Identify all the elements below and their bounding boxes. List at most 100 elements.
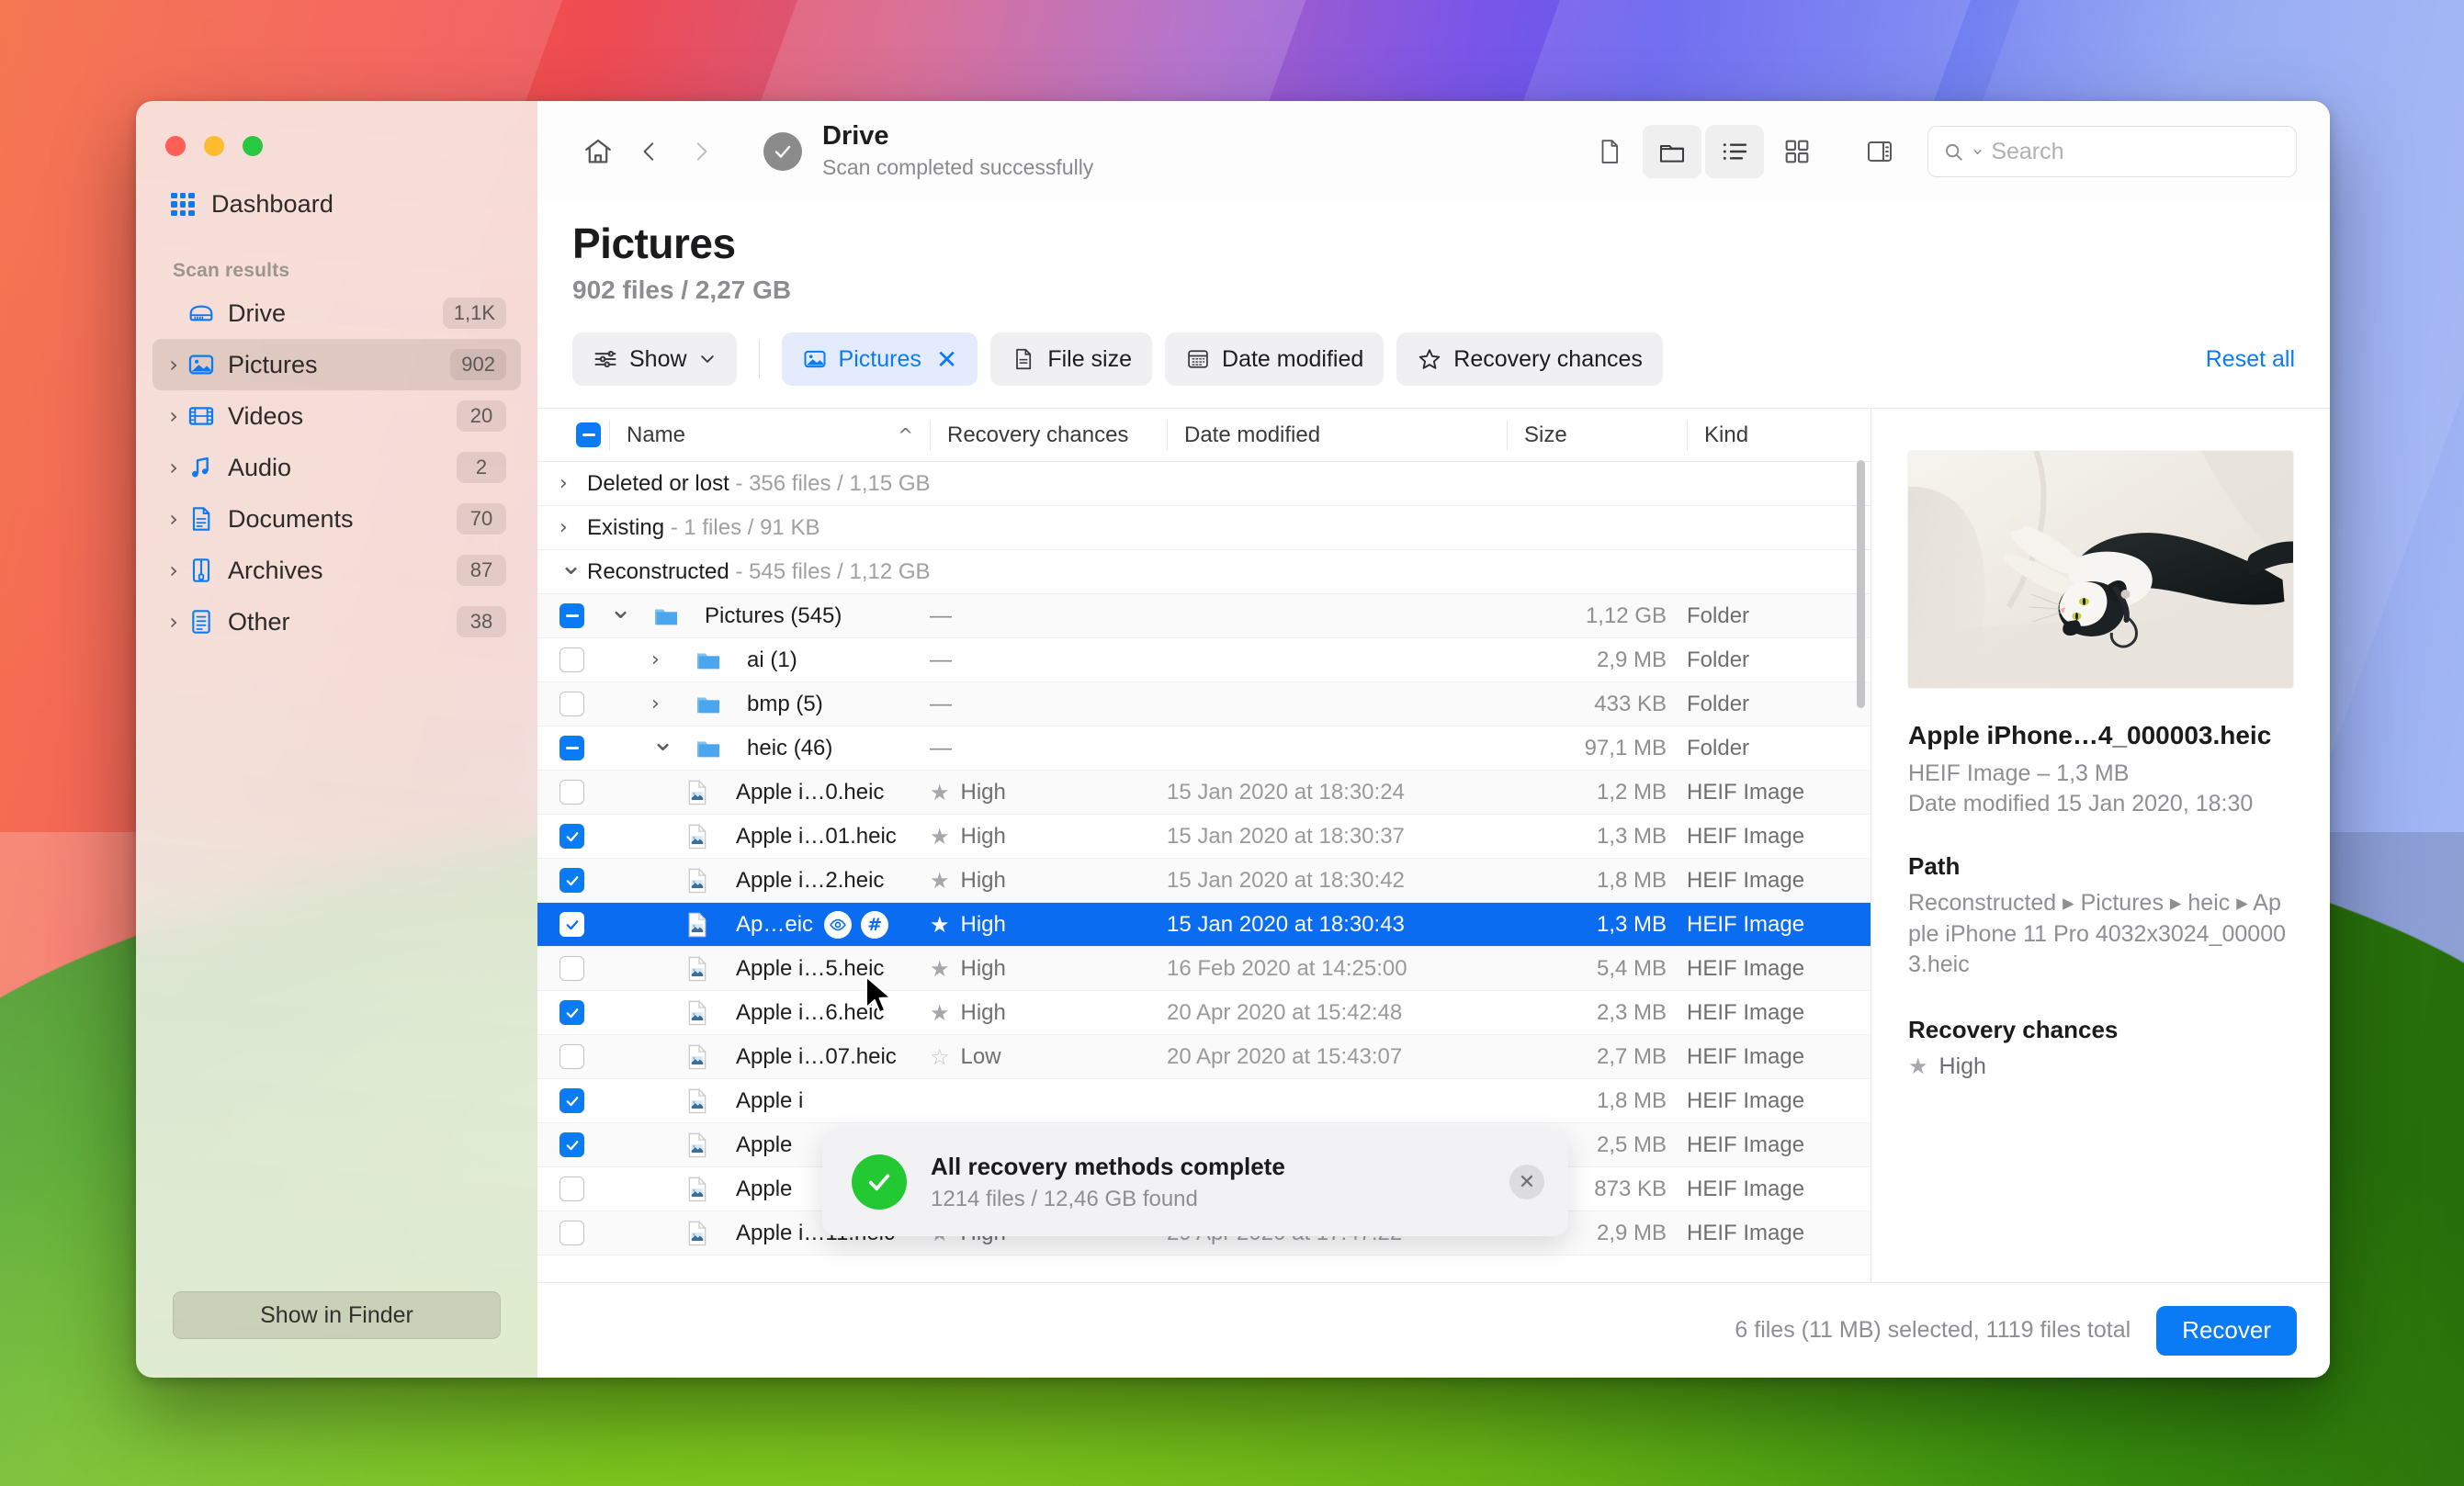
table-row[interactable]: Ap…eic # ★ High 15 Jan 2020 at 18:30:43 1,3 M… [537,903,1871,947]
table-row[interactable]: Apple i…2.heic ★ High 15 Jan 2020 at 18:30:… [537,859,1871,903]
chevron-right-icon[interactable]: › [162,559,186,581]
row-kind-cell: Folder [1687,691,1750,716]
row-checkbox[interactable] [559,647,584,672]
list-view-button[interactable] [1705,125,1764,178]
chevron-down-icon[interactable]: ⌄ [559,549,587,581]
recover-button[interactable]: Recover [2156,1305,2297,1356]
star-icon: ★ [930,823,950,850]
sidebar-toggle-button[interactable] [1850,125,1909,178]
row-date-cell: 20 Apr 2020 at 15:42:48 [1167,999,1403,1025]
table-row[interactable]: › ai (1) — 2,9 MB Folder [537,638,1871,682]
row-name-cell: Apple i…07.heic [609,1042,930,1072]
row-checkbox[interactable] [559,603,584,628]
row-checkbox[interactable] [559,1176,584,1201]
table-group-row[interactable]: ⌄ Reconstructed - 545 files / 1,12 GB [537,549,1871,594]
row-checkbox[interactable] [559,1221,584,1245]
column-header-name[interactable]: Name ^ [609,419,930,451]
filter-chip-date-modified[interactable]: Date modified [1165,332,1385,386]
table-group-row[interactable]: › Existing - 1 files / 91 KB [537,506,1871,550]
star-icon: ★ [930,955,950,982]
sidebar-item-dashboard[interactable]: Dashboard [156,180,517,229]
maximize-window-button[interactable] [243,136,263,156]
select-all-checkbox[interactable] [576,422,601,447]
sidebar-item-archives[interactable]: › Archives 87 [153,545,521,596]
row-checkbox[interactable] [559,1044,584,1069]
preview-eye-icon[interactable] [824,910,853,939]
row-checkbox[interactable] [559,736,584,760]
row-checkbox[interactable] [559,1000,584,1025]
row-size-cell: 5,4 MB [1596,955,1667,981]
show-filter-button[interactable]: Show [572,332,737,386]
other-icon [186,607,217,636]
chevron-right-icon[interactable]: › [162,508,186,530]
filter-chip-pictures[interactable]: Pictures ✕ [781,332,978,386]
home-button[interactable] [572,126,624,177]
column-header-size[interactable]: Size [1507,419,1687,451]
row-checkbox-cell [559,1000,609,1025]
sidebar-item-videos[interactable]: › Videos 20 [153,390,521,442]
hash-icon[interactable]: # [861,910,889,939]
file-view-icon [1601,140,1619,163]
table-row[interactable]: ⌄ Pictures (545) — 1,12 GB Folder [537,594,1871,638]
chevron-right-icon[interactable]: › [162,611,186,633]
row-checkbox[interactable] [559,868,584,893]
toast-subtitle: 1214 files / 12,46 GB found [931,1186,1198,1211]
row-checkbox[interactable] [559,1088,584,1113]
chevron-right-icon[interactable]: › [559,472,587,495]
chevron-right-icon[interactable]: › [162,405,186,427]
selection-status: 6 files (11 MB) selected, 1119 files tot… [1735,1317,2131,1343]
row-checkbox[interactable] [559,824,584,849]
minimize-window-button[interactable] [204,136,224,156]
filter-chip-file-size[interactable]: File size [990,332,1153,386]
row-checkbox[interactable] [559,912,584,937]
sidebar-item-other[interactable]: › Other 38 [153,596,521,647]
reset-all-button[interactable]: Reset all [2206,346,2295,373]
select-all-checkbox-cell [559,420,609,451]
sidebar-item-audio[interactable]: › Audio 2 [153,442,521,493]
table-row[interactable]: Apple i…0.heic ★ High 15 Jan 2020 at 18:30:… [537,771,1871,815]
sidebar-item-drive[interactable]: ›Drive1,1K [153,287,521,339]
chevron-down-icon[interactable]: ⌄ [651,732,683,758]
table-row[interactable]: Apple i 1,8 MB HEIF Image [537,1079,1871,1123]
filter-chip-recovery-chances[interactable]: Recovery chances [1396,332,1663,386]
row-checkbox[interactable] [559,780,584,805]
close-window-button[interactable] [165,136,186,156]
forward-button[interactable] [675,126,727,177]
table-row[interactable]: ⌄ heic (46) — 97,1 MB Folder [537,726,1871,771]
table-row[interactable]: › bmp (5) — 433 KB Folder [537,682,1871,726]
row-checkbox[interactable] [559,956,584,981]
table-row[interactable]: Apple i…5.heic ★ High 16 Feb 2020 at 14:25:… [537,947,1871,991]
chevron-right-icon[interactable]: › [651,692,683,715]
show-in-finder-button[interactable]: Show in Finder [173,1291,501,1339]
table-group-row[interactable]: › Deleted or lost - 356 files / 1,15 GB [537,462,1871,506]
row-checkbox[interactable] [559,1132,584,1157]
back-button[interactable] [624,126,675,177]
vertical-scrollbar[interactable] [1857,460,1865,708]
sidebar-item-documents[interactable]: › Documents 70 [153,493,521,545]
row-checkbox[interactable] [559,692,584,716]
grid-view-button[interactable] [1768,125,1826,178]
filter-chip-label: File size [1047,345,1133,372]
row-name-cell: ⌄ Pictures (545) [609,600,930,632]
folder-blue-icon [697,653,719,669]
chevron-down-icon[interactable]: ⌄ [609,600,640,625]
remove-filter-icon[interactable]: ✕ [936,344,957,375]
row-checkbox-cell [559,1132,609,1157]
chevron-right-icon[interactable]: › [559,516,587,539]
search-input[interactable] [1991,138,2281,165]
preview-date-modified: Date modified 15 Jan 2020, 18:30 [1908,791,2254,816]
toast-close-button[interactable]: ✕ [1509,1165,1544,1199]
folder-view-button[interactable] [1643,125,1701,178]
table-row[interactable]: Apple i…01.heic ★ High 15 Jan 2020 at 18:30… [537,815,1871,859]
column-header-date-modified[interactable]: Date modified [1167,419,1507,451]
chevron-right-icon[interactable]: › [651,648,683,671]
chevron-right-icon[interactable]: › [162,354,186,376]
chevron-right-icon[interactable]: › [162,456,186,478]
search-box[interactable] [1927,126,2297,177]
file-view-button[interactable] [1580,125,1639,178]
column-header-recovery-chances[interactable]: Recovery chances [930,419,1167,451]
table-row[interactable]: Apple i…6.heic ★ High 20 Apr 2020 at 15:42:… [537,991,1871,1035]
column-header-kind[interactable]: Kind [1687,419,1871,451]
table-row[interactable]: Apple i…07.heic ☆ Low 20 Apr 2020 at 15:43:… [537,1035,1871,1079]
sidebar-item-pictures[interactable]: › Pictures 902 [153,339,521,390]
